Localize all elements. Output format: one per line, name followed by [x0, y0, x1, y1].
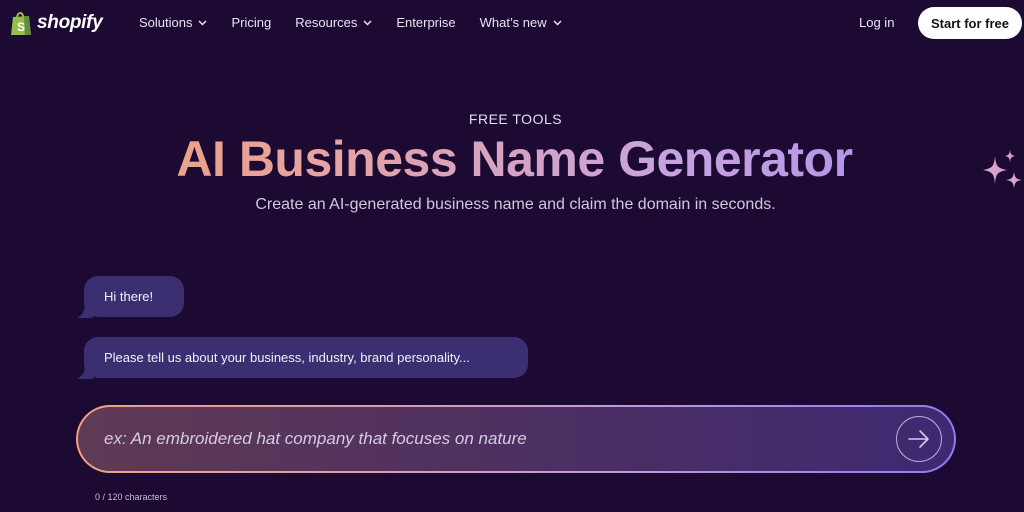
svg-text:S: S	[17, 20, 25, 34]
nav-whats-new[interactable]: What’s new	[480, 15, 562, 30]
business-description-input[interactable]	[104, 407, 894, 471]
nav-label: Pricing	[231, 15, 272, 30]
arrow-right-icon	[908, 430, 929, 448]
chat-bubble-greeting: Hi there!	[77, 276, 184, 318]
nav-label: Solutions	[139, 15, 193, 30]
bubble-tail	[77, 304, 93, 318]
chat-message-text: Please tell us about your business, indu…	[104, 350, 470, 365]
character-counter: 0 / 120 characters	[95, 492, 168, 502]
business-description-field	[76, 405, 956, 473]
nav-resources[interactable]: Resources	[295, 15, 372, 30]
chat-message-text: Hi there!	[104, 289, 154, 304]
bubble-tail	[77, 365, 93, 379]
sparkles-icon	[983, 150, 1022, 188]
page-subtitle: Create an AI-generated business name and…	[255, 196, 776, 213]
nav-label: What’s new	[479, 15, 547, 30]
start-for-free-button[interactable]: Start for free	[918, 7, 1022, 39]
top-nav: S shopify Solutions Pricing Resources En…	[0, 0, 1024, 46]
nav-links: Solutions Pricing Resources Enterprise W…	[139, 15, 586, 30]
login-link[interactable]: Log in	[859, 15, 894, 30]
chat-bubble-prompt: Please tell us about your business, indu…	[77, 337, 528, 379]
nav-solutions[interactable]: Solutions	[139, 15, 208, 30]
chevron-down-icon	[363, 19, 372, 26]
input-container	[78, 407, 954, 471]
nav-label: Resources	[295, 15, 358, 30]
chevron-down-icon	[198, 19, 208, 26]
shopify-logo[interactable]: S shopify	[9, 10, 103, 36]
shopping-bag-icon: S	[11, 12, 31, 35]
nav-enterprise[interactable]: Enterprise	[396, 15, 455, 30]
chevron-down-icon	[553, 19, 562, 26]
logo-text: shopify	[37, 12, 103, 33]
page-title: AI Business Name Generator	[0, 131, 1024, 187]
nav-label: Enterprise	[396, 15, 456, 30]
nav-pricing[interactable]: Pricing	[231, 15, 271, 30]
send-button[interactable]	[896, 416, 942, 462]
eyebrow-label: FREE TOOLS	[468, 111, 563, 127]
